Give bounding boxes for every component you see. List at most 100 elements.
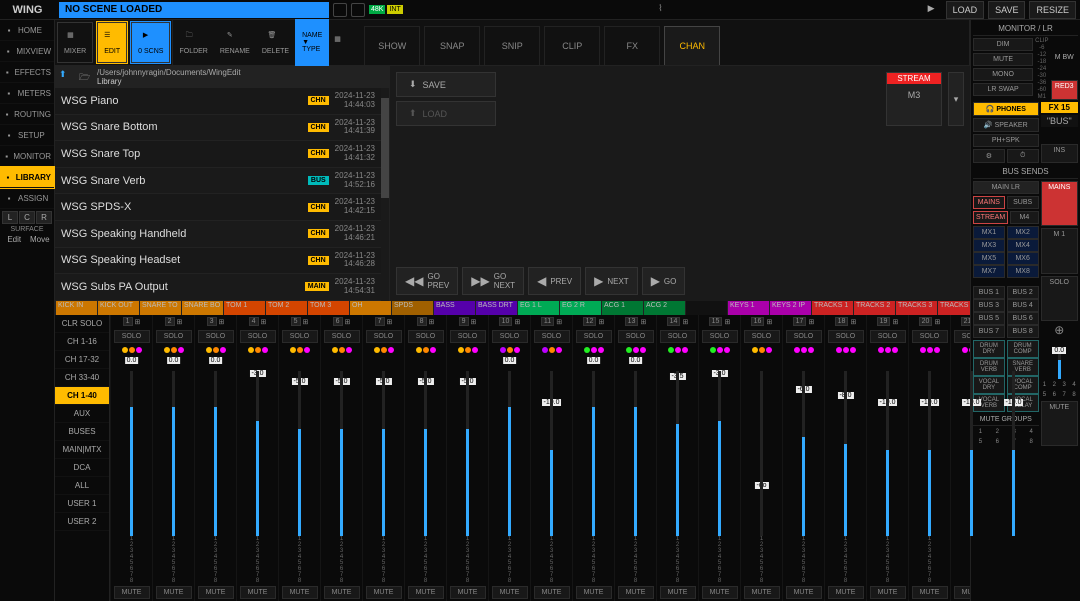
- strip-header-cell[interactable]: SNARE TO: [139, 301, 181, 315]
- sync-icon[interactable]: [351, 3, 365, 17]
- strip-header-cell[interactable]: TRACKS 3: [895, 301, 937, 315]
- layer-aux[interactable]: AUX: [55, 405, 109, 423]
- tab-fx[interactable]: FX: [604, 26, 660, 65]
- delay-icon[interactable]: ⏱: [1007, 149, 1039, 163]
- mute-button[interactable]: MUTE: [786, 586, 822, 599]
- layer-dca[interactable]: DCA: [55, 459, 109, 477]
- mx-send[interactable]: MX8: [1007, 265, 1039, 278]
- file-row[interactable]: WSG PianoCHN2024-11-2314:44:03: [55, 88, 381, 115]
- name-type-sort[interactable]: NAME ▼ TYPE: [296, 20, 328, 65]
- mute-button[interactable]: MUTE: [114, 586, 150, 599]
- mute-button[interactable]: MUTE: [282, 586, 318, 599]
- mixer-tool[interactable]: ▦MIXER: [57, 22, 93, 63]
- tab-clip[interactable]: CLIP: [544, 26, 600, 65]
- nav-assign[interactable]: ▪ASSIGN: [0, 188, 54, 209]
- scene-name[interactable]: NO SCENE LOADED: [59, 2, 329, 18]
- mute-button[interactable]: MUTE: [240, 586, 276, 599]
- layer-ch140[interactable]: CH 1-40: [55, 387, 109, 405]
- red3-badge[interactable]: RED3: [1051, 80, 1079, 101]
- wifi-icon[interactable]: ⌇: [658, 3, 672, 17]
- mute-button[interactable]: MUTE: [828, 586, 864, 599]
- nav-library[interactable]: ▪LIBRARY: [0, 167, 54, 188]
- file-scrollbar[interactable]: [381, 88, 389, 301]
- subs-send[interactable]: SUBS: [1007, 196, 1039, 209]
- nav-home[interactable]: ▪HOME: [0, 20, 54, 41]
- fader[interactable]: 0.0: [195, 355, 236, 536]
- nav-setup[interactable]: ▪SETUP: [0, 125, 54, 146]
- mx-send[interactable]: MX5: [973, 252, 1005, 265]
- file-row[interactable]: WSG Subs PA OutputMAIN2024-11-2314:54:31: [55, 274, 381, 301]
- strip-header-cell[interactable]: SPDS: [391, 301, 433, 315]
- fader[interactable]: -10.0: [867, 355, 908, 536]
- fader[interactable]: -5.0: [279, 355, 320, 536]
- speaker-button[interactable]: 🔊 SPEAKER: [973, 118, 1039, 132]
- m1-button[interactable]: M 1: [1041, 228, 1078, 273]
- solo-button[interactable]: SOLO: [618, 330, 654, 343]
- bus-send[interactable]: BUS 2: [1007, 286, 1039, 299]
- fader[interactable]: -3.5: [657, 355, 698, 536]
- fader[interactable]: -5.0: [363, 355, 404, 536]
- mute-button[interactable]: MUTE: [576, 586, 612, 599]
- solo-button[interactable]: SOLO: [366, 330, 402, 343]
- mx-send[interactable]: MX7: [973, 265, 1005, 278]
- strip-header-cell[interactable]: OH: [349, 301, 391, 315]
- surface-toggle[interactable]: L C R: [0, 209, 54, 226]
- file-row[interactable]: WSG Speaking HandheldCHN2024-11-2314:46:…: [55, 221, 381, 248]
- phspk-button[interactable]: PH+SPK: [973, 134, 1039, 147]
- mute-button[interactable]: MUTE: [744, 586, 780, 599]
- eq-icon[interactable]: ⚙: [973, 149, 1005, 163]
- load-button[interactable]: LOAD: [946, 1, 985, 19]
- layer-mainmtx[interactable]: MAIN|MTX: [55, 441, 109, 459]
- solo-button[interactable]: SOLO: [870, 330, 906, 343]
- phones-button[interactable]: 🎧 PHONES: [973, 102, 1039, 116]
- layer-clrsolo[interactable]: CLR SOLO: [55, 315, 109, 333]
- mute-button[interactable]: MUTE: [408, 586, 444, 599]
- solo-button[interactable]: SOLO: [198, 330, 234, 343]
- solo-button[interactable]: SOLO: [450, 330, 486, 343]
- file-row[interactable]: WSG Snare VerbBUS2024-11-2314:52:16: [55, 168, 381, 195]
- strip-header-cell[interactable]: KEYS 1: [727, 301, 769, 315]
- mono-button[interactable]: MONO: [973, 68, 1033, 81]
- bus-send[interactable]: BUS 8: [1007, 325, 1039, 338]
- layer-user2[interactable]: USER 2: [55, 513, 109, 531]
- nav-routing[interactable]: ▪ROUTING: [0, 104, 54, 125]
- mute-button[interactable]: MUTE: [534, 586, 570, 599]
- mx-send[interactable]: MX3: [973, 239, 1005, 252]
- fader[interactable]: -10.0: [909, 355, 950, 536]
- file-row[interactable]: WSG Speaking HeadsetCHN2024-11-2314:46:2…: [55, 248, 381, 275]
- fader[interactable]: -5.0: [447, 355, 488, 536]
- bus-send[interactable]: BUS 5: [973, 312, 1005, 325]
- main-lr[interactable]: MAIN LR: [973, 181, 1039, 194]
- prev-button[interactable]: ◀PREV: [528, 267, 581, 295]
- master-solo[interactable]: SOLO: [1041, 276, 1078, 321]
- layer-ch3340[interactable]: CH 33-40: [55, 369, 109, 387]
- mains-red-button[interactable]: MAINS: [1041, 181, 1078, 226]
- stream-send[interactable]: STREAM: [973, 211, 1008, 224]
- solo-button[interactable]: SOLO: [324, 330, 360, 343]
- mute-button[interactable]: MUTE: [366, 586, 402, 599]
- tab-show[interactable]: SHOW: [364, 26, 420, 65]
- strip-header-cell[interactable]: TOM 2: [265, 301, 307, 315]
- go-button[interactable]: ▶GO: [642, 267, 686, 295]
- strip-header-cell[interactable]: EG 1 L: [517, 301, 559, 315]
- folder-tool[interactable]: 🗀FOLDER: [173, 20, 213, 65]
- strip-header-cell[interactable]: TOM 1: [223, 301, 265, 315]
- solo-button[interactable]: SOLO: [282, 330, 318, 343]
- mx-send[interactable]: MX6: [1007, 252, 1039, 265]
- bus-send[interactable]: BUS 7: [973, 325, 1005, 338]
- lock-icon[interactable]: [333, 3, 347, 17]
- go-next-button[interactable]: ▶▶GO NEXT: [462, 267, 524, 295]
- solo-button[interactable]: SOLO: [660, 330, 696, 343]
- m4-send[interactable]: M4: [1010, 211, 1038, 224]
- fader[interactable]: -10.0: [951, 355, 992, 536]
- fader[interactable]: 0.0: [573, 355, 614, 536]
- edit-tool[interactable]: ☰EDIT: [97, 22, 127, 63]
- solo-button[interactable]: SOLO: [912, 330, 948, 343]
- nav-monitor[interactable]: ▪MONITOR: [0, 146, 54, 167]
- mute-button[interactable]: MUTE: [618, 586, 654, 599]
- solo-button[interactable]: SOLO: [702, 330, 738, 343]
- solo-button[interactable]: SOLO: [156, 330, 192, 343]
- move-toggle[interactable]: Move: [28, 235, 53, 244]
- layer-ch1732[interactable]: CH 17-32: [55, 351, 109, 369]
- delete-tool[interactable]: 🗑DELETE: [256, 20, 295, 65]
